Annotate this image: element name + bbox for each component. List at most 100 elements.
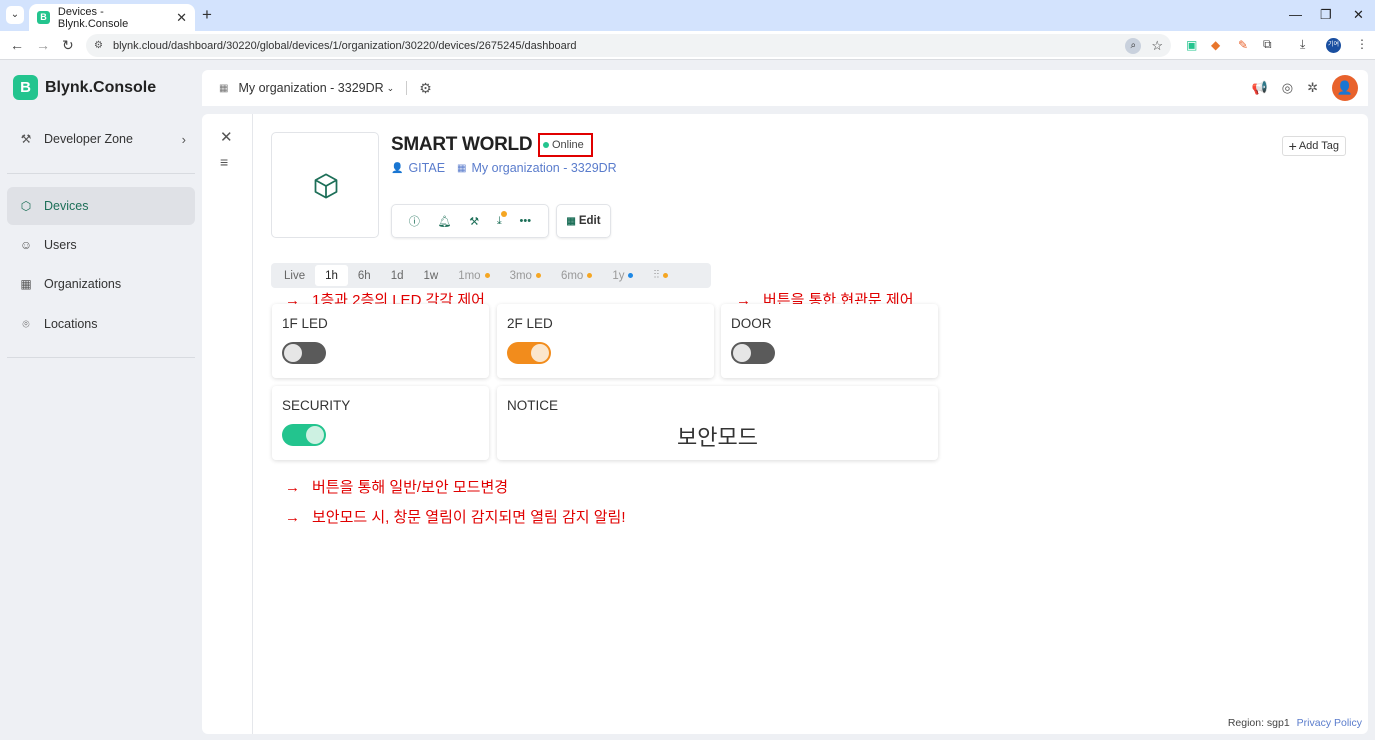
announcements-icon[interactable]: 📢 <box>1252 80 1268 96</box>
edit-dashboard-icon: ▦ <box>566 215 576 227</box>
pen-extension-icon[interactable]: ✎ <box>1238 38 1248 52</box>
annotation-mode: → 버튼을 통해 일반/보안 모드변경 <box>285 476 508 497</box>
browser-tab[interactable]: B Devices - Blynk.Console ✕ <box>29 4 195 31</box>
restore-button[interactable]: ❐ <box>1320 7 1332 23</box>
annotation-text: 버튼을 통해 일반/보안 모드변경 <box>312 479 509 496</box>
minimize-button[interactable]: — <box>1289 7 1302 22</box>
widget-title: DOOR <box>731 316 772 331</box>
close-icon[interactable]: ✕ <box>220 128 233 146</box>
sliders-icon: ⫶⫶ <box>653 269 660 281</box>
range-label: 6mo <box>560 269 584 282</box>
widget-1f-led: 1F LED <box>272 304 489 378</box>
info-dot <box>628 273 634 278</box>
notice-value: 보안모드 <box>677 425 758 450</box>
bookmark-star-icon[interactable]: ☆ <box>1151 38 1163 54</box>
widget-title: SECURITY <box>282 398 351 413</box>
users-icon: ☺ <box>19 238 33 252</box>
cube-icon <box>314 173 338 199</box>
tools-icon[interactable]: ⚒ <box>469 215 479 228</box>
download-icon[interactable]: ⤓ <box>497 210 507 228</box>
sidebar-item-devices[interactable]: ⬡ Devices <box>7 187 195 225</box>
logo-mark: B <box>13 75 38 100</box>
range-label: 1mo <box>458 269 481 282</box>
device-image[interactable] <box>271 132 379 238</box>
privacy-policy-link[interactable]: Privacy Policy <box>1297 717 1362 729</box>
sidebar-item-locations[interactable]: ⌾ Locations <box>7 305 195 343</box>
widget-title: 2F LED <box>507 316 553 331</box>
toggle-switch[interactable] <box>282 424 326 446</box>
time-range-selector: Live 1h 6h 1d 1w 1mo 3mo 6mo 1y ⫶⫶ <box>271 263 711 288</box>
region-text: Region: sgp1 <box>1227 717 1290 729</box>
logo-text: Blynk.Console <box>45 78 157 96</box>
sidebar-divider <box>7 173 195 174</box>
tab-close-icon[interactable]: ✕ <box>176 10 187 26</box>
range-1y[interactable]: 1y <box>602 265 643 286</box>
bug-report-icon[interactable]: ✲ <box>1307 80 1318 96</box>
add-tag-button[interactable]: + Add Tag <box>1281 136 1346 156</box>
edit-button[interactable]: ▦ Edit <box>556 204 611 238</box>
profile-avatar[interactable]: 기여 <box>1326 38 1341 53</box>
more-options-icon[interactable]: ••• <box>520 215 532 227</box>
zoom-icon[interactable]: ⌕ <box>1125 37 1142 54</box>
arrow-icon: → <box>285 509 300 526</box>
toggle-switch[interactable] <box>731 342 775 364</box>
range-1d[interactable]: 1d <box>381 265 414 286</box>
sidebar-divider <box>7 357 195 358</box>
device-action-bar: ⓘ 🔔︎ ⚒ ⤓ ••• <box>391 204 549 238</box>
range-label: 3mo <box>509 269 532 282</box>
device-meta: 👤 GITAE ▦ My organization - 3329DR <box>391 161 617 175</box>
range-1mo[interactable]: 1mo <box>448 265 499 286</box>
reload-button[interactable]: ↻ <box>62 37 74 54</box>
info-icon[interactable]: ⓘ <box>409 213 420 229</box>
back-button[interactable]: ← <box>10 37 24 53</box>
user-icon: 👤 <box>391 162 404 174</box>
custom-range[interactable]: ⫶⫶ <box>643 265 678 286</box>
menu-icon[interactable]: ≡ <box>220 154 228 170</box>
device-owner-link[interactable]: GITAE <box>408 161 445 175</box>
sidebar-item-users[interactable]: ☺ Users <box>7 226 195 264</box>
site-info-icon[interactable]: ⚙ <box>94 40 103 51</box>
download-icon[interactable]: ⤓ <box>1300 37 1305 52</box>
range-1w[interactable]: 1w <box>414 265 449 286</box>
sidebar-item-developer-zone[interactable]: ⚒ Developer Zone › <box>7 120 195 158</box>
status-text: Online <box>552 139 584 151</box>
metamask-icon[interactable]: ◆ <box>1211 38 1220 52</box>
plus-icon: + <box>1288 138 1297 154</box>
settings-gear-icon[interactable]: ⚙ <box>419 80 432 97</box>
user-avatar[interactable]: 👤 <box>1332 75 1358 101</box>
close-window-button[interactable]: ✕ <box>1353 7 1364 23</box>
range-3mo[interactable]: 3mo <box>500 265 551 286</box>
annotation-alert: → 보안모드 시, 창문 열림이 감지되면 열림 감지 알림! <box>285 506 626 527</box>
footer: Region: sgp1 Privacy Policy <box>1228 717 1362 729</box>
premium-dot <box>587 273 593 278</box>
organization-name: My organization - 3329DR <box>238 81 384 95</box>
address-bar-row: ← → ↻ ⚙ blynk.cloud/dashboard/30220/glob… <box>0 31 1375 60</box>
sidebar-item-organizations[interactable]: ▦ Organizations <box>7 265 195 303</box>
tab-search-button[interactable]: ⌄ <box>6 6 24 24</box>
browser-menu-icon[interactable]: ⋮ <box>1356 37 1368 51</box>
device-organization-link[interactable]: My organization - 3329DR <box>472 161 617 175</box>
bell-icon[interactable]: 🔔︎ <box>438 215 452 228</box>
organization-selector[interactable]: ▦ My organization - 3329DR ⌄ <box>219 81 394 95</box>
omnibox[interactable]: ⚙ blynk.cloud/dashboard/30220/global/dev… <box>86 34 1171 57</box>
range-6h[interactable]: 6h <box>348 265 381 286</box>
toggle-switch[interactable] <box>282 342 326 364</box>
sidebar: B Blynk.Console ⚒ Developer Zone › ⬡ Dev… <box>0 60 202 740</box>
range-6mo[interactable]: 6mo <box>551 265 602 286</box>
extensions-puzzle-icon[interactable]: ⧉ <box>1263 37 1272 52</box>
app-logo[interactable]: B Blynk.Console <box>13 75 156 100</box>
range-1h[interactable]: 1h <box>315 265 348 286</box>
toggle-knob <box>284 344 302 362</box>
header-divider <box>406 81 408 95</box>
toggle-switch[interactable] <box>507 342 551 364</box>
chevron-right-icon: › <box>181 131 186 147</box>
range-label: 1y <box>612 269 625 282</box>
widget-2f-led: 2F LED <box>497 304 714 378</box>
url-text[interactable]: blynk.cloud/dashboard/30220/global/devic… <box>113 40 577 52</box>
new-tab-button[interactable]: + <box>202 5 212 25</box>
range-live[interactable]: Live <box>274 265 315 286</box>
sidebar-item-label: Developer Zone <box>44 132 133 146</box>
help-lifebuoy-icon[interactable]: ◎ <box>1282 80 1293 96</box>
forward-button[interactable]: → <box>36 37 50 53</box>
extension-icon[interactable]: ▣ <box>1186 38 1197 52</box>
